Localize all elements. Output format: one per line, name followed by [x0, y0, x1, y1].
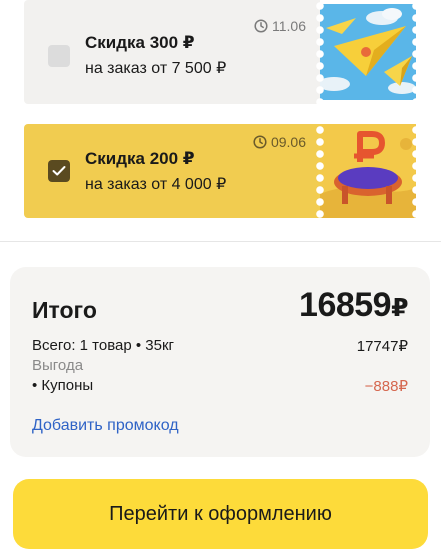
items-count-label: Всего: 1 товар • 35кг [32, 337, 175, 354]
ruble-trampoline-illustration [320, 124, 416, 218]
currency-symbol: ₽ [391, 294, 408, 322]
total-label: Итого [32, 297, 97, 323]
coupon-date-text: 11.06 [272, 18, 306, 34]
coupons-discount-value: −888₽ [364, 378, 408, 395]
coupon-card-300[interactable]: Скидка 300 ₽ на заказ от 7 500 ₽ 11.06 [24, 0, 420, 104]
coupons-discount-label: • Купоны [32, 377, 94, 394]
add-promo-code-link[interactable]: Добавить промокод [32, 417, 179, 435]
coupon-body[interactable]: Скидка 200 ₽ на заказ от 4 000 ₽ 09.06 [24, 124, 326, 218]
total-amount: 16859₽ [299, 286, 408, 325]
coupon-body[interactable]: Скидка 300 ₽ на заказ от 7 500 ₽ 11.06 [24, 0, 326, 104]
coupon-expiry: 11.06 [254, 18, 306, 34]
coupon-checkbox-unchecked[interactable] [48, 45, 70, 67]
checkmark-icon [52, 166, 66, 176]
coupon-illustration-ruble [320, 124, 416, 218]
items-price: 17747₽ [356, 338, 408, 355]
coupon-illustration-planes [320, 0, 416, 104]
coupon-checkbox-checked[interactable] [48, 160, 70, 182]
coupon-card-200[interactable]: Скидка 200 ₽ на заказ от 4 000 ₽ 09.06 [24, 124, 420, 218]
coupon-condition: на заказ от 7 500 ₽ [85, 60, 227, 77]
checkout-button[interactable]: Перейти к оформлению [13, 479, 428, 549]
clock-icon [254, 19, 268, 33]
total-amount-number: 16859 [299, 286, 392, 324]
section-divider [0, 241, 441, 242]
order-summary: Итого 16859₽ Всего: 1 товар • 35кг 17747… [10, 267, 430, 457]
coupon-condition: на заказ от 4 000 ₽ [85, 176, 227, 193]
coupon-expiry: 09.06 [253, 134, 306, 150]
coupon-title: Скидка 200 ₽ [85, 149, 195, 168]
paper-planes-illustration [320, 4, 416, 100]
benefit-label: Выгода [32, 357, 84, 374]
coupon-title: Скидка 300 ₽ [85, 33, 195, 52]
coupon-date-text: 09.06 [270, 134, 306, 150]
clock-icon [253, 135, 267, 149]
